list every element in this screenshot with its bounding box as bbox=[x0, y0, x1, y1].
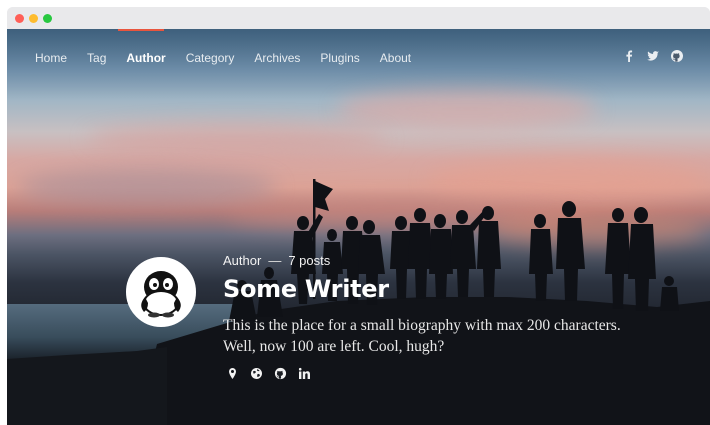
twitter-icon[interactable] bbox=[646, 49, 660, 63]
location-icon[interactable] bbox=[226, 367, 239, 380]
author-meta: Author — 7 posts bbox=[223, 253, 330, 268]
author-bio: This is the place for a small biography … bbox=[223, 317, 621, 355]
nav-item-home[interactable]: Home bbox=[35, 51, 67, 65]
penguin-avatar-image bbox=[128, 259, 194, 325]
post-count: 7 posts bbox=[288, 253, 331, 268]
nav-item-about[interactable]: About bbox=[380, 51, 411, 65]
social-links bbox=[622, 49, 684, 63]
window-titlebar bbox=[7, 7, 710, 29]
active-nav-indicator bbox=[118, 29, 164, 31]
github-icon[interactable] bbox=[274, 367, 287, 380]
author-hero-banner: Home Tag Author Category Archives Plugin… bbox=[7, 29, 710, 425]
nav-item-archives[interactable]: Archives bbox=[254, 51, 300, 65]
author-name: Some Writer bbox=[223, 275, 389, 303]
linkedin-icon[interactable] bbox=[298, 367, 311, 380]
author-profile: Author — 7 posts Some Writer This is the… bbox=[126, 251, 646, 401]
maximize-window-button[interactable] bbox=[43, 13, 52, 23]
author-avatar[interactable] bbox=[126, 257, 196, 327]
nav-item-category[interactable]: Category bbox=[186, 51, 235, 65]
globe-icon[interactable] bbox=[250, 367, 263, 380]
facebook-icon[interactable] bbox=[622, 49, 636, 63]
author-role-label: Author bbox=[223, 253, 262, 268]
main-navigation: Home Tag Author Category Archives Plugin… bbox=[35, 51, 411, 65]
nav-item-tag[interactable]: Tag bbox=[87, 51, 106, 65]
github-icon[interactable] bbox=[670, 49, 684, 63]
browser-window: Home Tag Author Category Archives Plugin… bbox=[7, 7, 710, 425]
nav-item-plugins[interactable]: Plugins bbox=[320, 51, 359, 65]
meta-separator: — bbox=[268, 253, 282, 268]
nav-item-author[interactable]: Author bbox=[126, 51, 165, 65]
minimize-window-button[interactable] bbox=[29, 13, 38, 23]
close-window-button[interactable] bbox=[15, 13, 24, 23]
author-links bbox=[226, 367, 311, 380]
